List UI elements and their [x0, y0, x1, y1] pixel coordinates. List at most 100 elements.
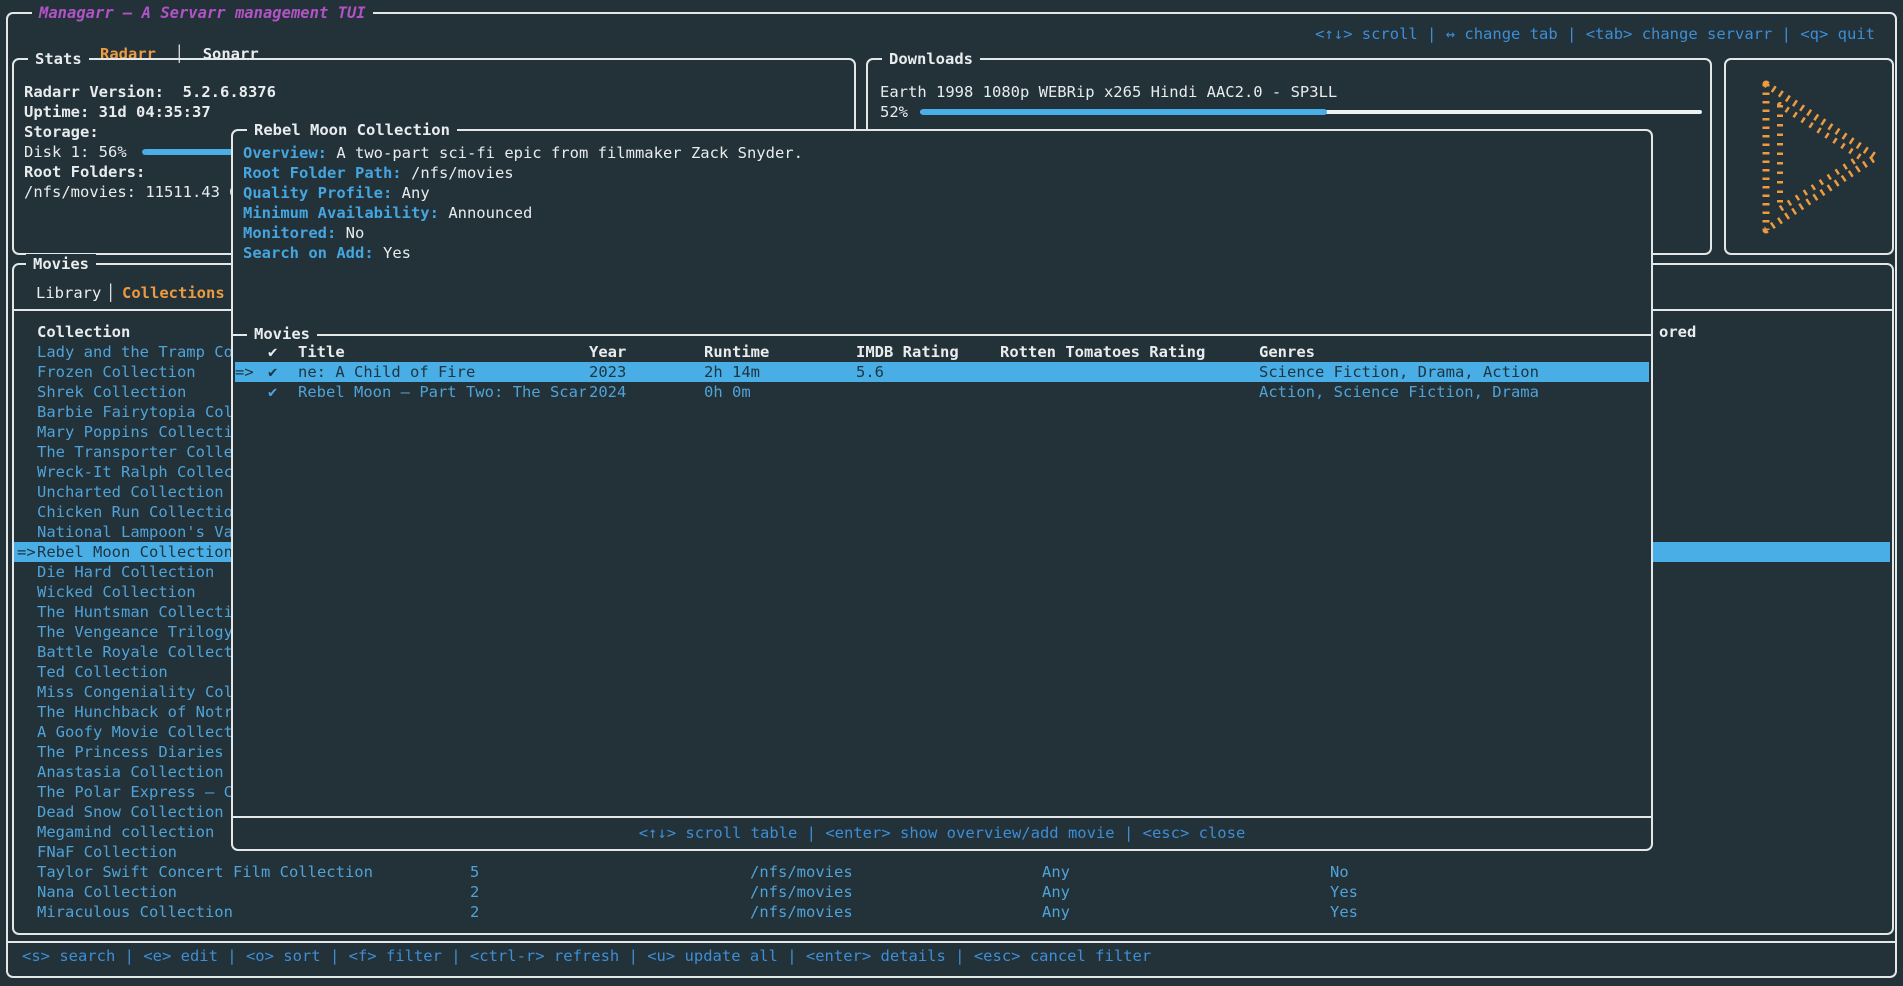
collection-name: A Goofy Movie Collect — [37, 722, 233, 742]
col-runtime: Runtime — [704, 342, 769, 362]
collection-row[interactable]: Nana Collection 2/nfs/movies Any Yes — [14, 882, 1890, 902]
movie-title: ne: A Child of Fire — [298, 362, 586, 382]
download-gauge-fill — [920, 109, 1327, 115]
col-genres: Genres — [1259, 342, 1315, 362]
root-folders-label: Root Folders: — [24, 162, 145, 182]
tab-library[interactable]: Library — [36, 283, 101, 303]
storage-label: Storage: — [24, 122, 99, 142]
movie-imdb-rating: 5.6 — [856, 362, 884, 382]
tab-collections[interactable]: Collections — [122, 283, 225, 303]
collection-row[interactable]: Taylor Swift Concert Film Collection 5/nf… — [14, 862, 1890, 882]
collection-name: Nana Collection — [37, 882, 177, 902]
radarr-version: Radarr Version: 5.2.6.8376 — [24, 82, 276, 102]
selected-row-arrow: => — [235, 362, 254, 382]
collection-root-folder: /nfs/movies — [750, 882, 853, 902]
collection-name: The Huntsman Collecti — [37, 602, 233, 622]
collection-name: Taylor Swift Concert Film Collection — [37, 862, 373, 882]
movies-table-bottom-line — [233, 816, 1651, 818]
movie-runtime: 2h 14m — [704, 362, 760, 382]
download-gauge — [920, 109, 1702, 115]
collection-name: FNaF Collection — [37, 842, 177, 862]
collection-name: Anastasia Collection — [37, 762, 224, 782]
field-search-on-add: Search on Add: Yes — [243, 243, 411, 263]
download-percent: 52% — [880, 102, 908, 122]
movie-row[interactable]: => ✔ ne: A Child of Fire2023 2h 14m 5.6 Scien… — [235, 362, 1649, 382]
collection-monitored: Yes — [1330, 882, 1358, 902]
collection-movie-count: 2 — [470, 882, 479, 902]
movie-genres: Science Fiction, Drama, Action — [1259, 362, 1539, 382]
collection-column-header: Collection — [37, 322, 130, 342]
col-year: Year — [589, 342, 626, 362]
collection-name: Rebel Moon Collection — [37, 542, 233, 562]
movies-table-title: Movies — [247, 324, 317, 344]
logo-panel — [1724, 58, 1894, 255]
collection-movie-count: 2 — [470, 902, 479, 922]
collection-name: Uncharted Collection — [37, 482, 224, 502]
bottom-keybinds: <s> search | <e> edit | <o> sort | <f> f… — [22, 946, 1151, 966]
collection-name: Megamind collection — [37, 822, 214, 842]
field-minimum-availability: Minimum Availability: Announced — [243, 203, 532, 223]
col-title: Title — [298, 342, 345, 362]
modal-footer-keybinds: <↑↓> scroll table | <enter> show overvie… — [233, 823, 1651, 843]
field-root-folder: Root Folder Path: /nfs/movies — [243, 163, 514, 183]
collection-name: Dead Snow Collection — [37, 802, 224, 822]
collection-name: Miraculous Collection — [37, 902, 233, 922]
collection-movie-count: 5 — [470, 862, 479, 882]
tab-divider: │ — [106, 283, 115, 303]
collection-monitored: Yes — [1330, 902, 1358, 922]
field-quality-profile: Quality Profile: Any — [243, 183, 430, 203]
collection-name: Miss Congeniality Col — [37, 682, 233, 702]
movies-table-top-line — [233, 334, 1651, 336]
movie-runtime: 0h 0m — [704, 382, 751, 402]
collection-name: The Polar Express – C — [37, 782, 233, 802]
movie-title: Rebel Moon – Part Two: The Scar — [298, 382, 586, 402]
collection-root-folder: /nfs/movies — [750, 862, 853, 882]
field-monitored: Monitored: No — [243, 223, 364, 243]
field-overview: Overview: A two-part sci-fi epic from fi… — [243, 143, 803, 163]
collection-monitored: No — [1330, 862, 1349, 882]
collection-name: Frozen Collection — [37, 362, 196, 382]
monitored-check-icon: ✔ — [268, 362, 277, 382]
collection-name: Wreck-It Ralph Collec — [37, 462, 233, 482]
stats-title: Stats — [28, 49, 89, 69]
collection-name: Lady and the Tramp Co — [37, 342, 233, 362]
movies-panel-title: Movies — [26, 254, 96, 274]
collection-name: Shrek Collection — [37, 382, 186, 402]
top-keybinds: <↑↓> scroll | ↔ change tab | <tab> chang… — [1315, 24, 1875, 44]
movie-year: 2023 — [589, 362, 626, 382]
collection-name: The Vengeance Trilogy — [37, 622, 233, 642]
disk-usage: Disk 1: 56% — [24, 142, 127, 162]
help-bar-separator — [6, 941, 1897, 943]
collection-name: Battle Royale Collect — [37, 642, 233, 662]
monitored-check-icon: ✔ — [268, 382, 277, 402]
col-imdb-rating: IMDB Rating — [856, 342, 959, 362]
download-item-name: Earth 1998 1080p WEBRip x265 Hindi AAC2.… — [880, 82, 1337, 102]
collection-row[interactable]: Miraculous Collection 2/nfs/movies Any Yes — [14, 902, 1890, 922]
collection-quality-profile: Any — [1042, 882, 1070, 902]
collection-details-modal: Rebel Moon Collection Overview: A two-pa… — [231, 129, 1653, 851]
collection-name: The Hunchback of Notr — [37, 702, 233, 722]
modal-title: Rebel Moon Collection — [247, 120, 457, 140]
collection-name: National Lampoon's Va — [37, 522, 233, 542]
movie-row[interactable]: ✔ Rebel Moon – Part Two: The Scar2024 0h 0… — [235, 382, 1649, 402]
movie-genres: Action, Science Fiction, Drama — [1259, 382, 1539, 402]
collection-quality-profile: Any — [1042, 902, 1070, 922]
collection-root-folder: /nfs/movies — [750, 902, 853, 922]
app-title: Managarr – A Servarr management TUI — [32, 3, 373, 23]
collection-name: Die Hard Collection — [37, 562, 214, 582]
col-check: ✔ — [268, 342, 277, 362]
col-rotten-tomatoes-rating: Rotten Tomatoes Rating — [1000, 342, 1205, 362]
collection-name: Ted Collection — [37, 662, 168, 682]
collection-name: The Princess Diaries — [37, 742, 224, 762]
downloads-title: Downloads — [882, 49, 980, 69]
selected-row-arrow: => — [17, 542, 36, 562]
movie-year: 2024 — [589, 382, 626, 402]
collection-quality-profile: Any — [1042, 862, 1070, 882]
monitored-column-header-fragment: ored — [1659, 322, 1696, 342]
uptime: Uptime: 31d 04:35:37 — [24, 102, 211, 122]
play-logo-icon — [1726, 60, 1892, 253]
collection-name: Wicked Collection — [37, 582, 196, 602]
collection-name: Mary Poppins Collecti — [37, 422, 233, 442]
root-folder-size: /nfs/movies: 11511.43 GB — [24, 182, 248, 202]
collection-name: Chicken Run Collectio — [37, 502, 233, 522]
